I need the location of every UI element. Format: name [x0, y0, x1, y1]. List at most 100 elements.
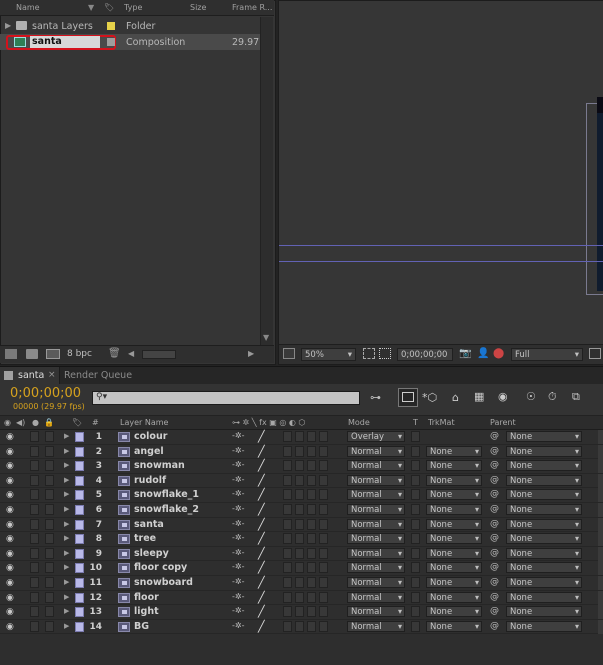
- switch-box[interactable]: [283, 445, 292, 457]
- parent-dropdown[interactable]: None: [506, 431, 582, 442]
- blend-mode-dropdown[interactable]: Normal: [347, 533, 405, 545]
- motion-blur-icon[interactable]: ◉: [498, 390, 508, 403]
- layer-name[interactable]: snowflake_2: [134, 504, 199, 515]
- label-color-swatch[interactable]: [75, 432, 84, 442]
- eye-icon[interactable]: ◉: [6, 593, 14, 603]
- parent-dropdown[interactable]: None: [506, 562, 582, 574]
- switch-box[interactable]: [295, 606, 304, 618]
- layer-row[interactable]: ◉ ▶ 4 rudolf -✲- ╱ Normal None @ None: [0, 473, 603, 489]
- switch-box[interactable]: [283, 533, 292, 545]
- parent-dropdown[interactable]: None: [506, 577, 582, 588]
- preserve-transparency-toggle[interactable]: [411, 518, 420, 530]
- switch-box[interactable]: [319, 533, 328, 545]
- switch-box[interactable]: [307, 489, 316, 501]
- preserve-transparency-toggle[interactable]: [411, 460, 420, 472]
- preserve-transparency-toggle[interactable]: [411, 606, 420, 618]
- blend-mode-dropdown[interactable]: Normal: [347, 504, 405, 515]
- switch-box[interactable]: [307, 474, 316, 486]
- label-swatch[interactable]: [107, 22, 115, 30]
- switch-box[interactable]: [283, 547, 292, 559]
- layer-name[interactable]: rudolf: [134, 475, 166, 486]
- quality-switch-icon[interactable]: ╱: [258, 430, 265, 443]
- switch-box[interactable]: [283, 606, 292, 618]
- label-header-icon[interactable]: 🏷: [72, 418, 82, 427]
- solo-toggle[interactable]: [30, 445, 39, 457]
- eye-icon[interactable]: ◉: [6, 534, 14, 544]
- shy-switch-icon[interactable]: -✲-: [232, 475, 244, 484]
- lock-toggle[interactable]: [45, 474, 54, 486]
- solo-toggle[interactable]: [30, 591, 39, 603]
- shy-switch-icon[interactable]: -✲-: [232, 606, 244, 615]
- preserve-transparency-toggle[interactable]: [411, 562, 420, 574]
- quality-switch-icon[interactable]: ╱: [258, 561, 265, 574]
- layer-search-input[interactable]: ⚲▾: [92, 391, 360, 405]
- parent-dropdown[interactable]: None: [506, 474, 582, 486]
- lock-toggle[interactable]: [45, 620, 54, 632]
- blend-mode-dropdown[interactable]: Normal: [347, 489, 405, 501]
- parent-dropdown[interactable]: None: [506, 591, 582, 603]
- layer-name[interactable]: snowman: [134, 460, 185, 471]
- solo-toggle[interactable]: [30, 606, 39, 618]
- switch-box[interactable]: [295, 547, 304, 559]
- label-color-swatch[interactable]: [75, 519, 84, 530]
- lock-toggle[interactable]: [45, 504, 54, 515]
- column-name[interactable]: Name: [16, 3, 40, 12]
- draft-3d-icon[interactable]: *⬡: [422, 391, 437, 404]
- trkmat-dropdown[interactable]: None: [426, 606, 482, 618]
- layer-row[interactable]: ◉ ▶ 8 tree -✲- ╱ Normal None @ None: [0, 532, 603, 547]
- expand-arrow-icon[interactable]: ▶: [64, 563, 69, 571]
- scroll-right-icon[interactable]: ▶: [248, 349, 254, 358]
- solo-toggle[interactable]: [30, 533, 39, 545]
- pick-whip-icon[interactable]: @: [490, 621, 499, 631]
- eye-icon[interactable]: ◉: [6, 520, 14, 530]
- switch-box[interactable]: [295, 591, 304, 603]
- blend-mode-dropdown[interactable]: Normal: [347, 445, 405, 457]
- switch-box[interactable]: [295, 562, 304, 574]
- pick-whip-icon[interactable]: @: [490, 548, 499, 558]
- parent-dropdown[interactable]: None: [506, 460, 582, 472]
- trkmat-dropdown[interactable]: None: [426, 489, 482, 501]
- switch-box[interactable]: [307, 562, 316, 574]
- switch-box[interactable]: [319, 577, 328, 588]
- layer-name[interactable]: angel: [134, 446, 164, 457]
- pick-whip-icon[interactable]: @: [490, 446, 499, 456]
- layer-name[interactable]: BG: [134, 621, 149, 632]
- interpret-footage-icon[interactable]: [5, 349, 17, 359]
- layer-row[interactable]: ◉ ▶ 9 sleepy -✲- ╱ Normal None @ None: [0, 546, 603, 562]
- layer-row[interactable]: ◉ ▶ 14 BG -✲- ╱ Normal None @ None: [0, 619, 603, 635]
- video-switch-icon[interactable]: ◉: [4, 418, 11, 427]
- expand-arrow-icon[interactable]: ▶: [64, 607, 69, 615]
- sort-icon[interactable]: ▼: [88, 3, 94, 12]
- switch-box[interactable]: [307, 606, 316, 618]
- region-of-interest-icon[interactable]: [379, 348, 391, 359]
- preserve-transparency-toggle[interactable]: [411, 620, 420, 632]
- shy-switch-icon[interactable]: -✲-: [232, 577, 244, 586]
- snapshot-icon[interactable]: 📷: [459, 348, 471, 359]
- trkmat-dropdown[interactable]: None: [426, 547, 482, 559]
- switch-box[interactable]: [319, 460, 328, 472]
- blend-mode-dropdown[interactable]: Normal: [347, 606, 405, 618]
- solo-toggle[interactable]: [30, 518, 39, 530]
- parent-dropdown[interactable]: None: [506, 606, 582, 618]
- parent-dropdown[interactable]: None: [506, 547, 582, 559]
- column-frame-rate[interactable]: Frame R...: [232, 3, 272, 12]
- resolution-dropdown[interactable]: Full ▾: [511, 348, 583, 361]
- eye-icon[interactable]: ◉: [6, 549, 14, 559]
- frame-blending-icon[interactable]: ▦: [474, 390, 484, 403]
- quality-switch-icon[interactable]: ╱: [258, 532, 265, 545]
- tab-santa[interactable]: santa ×: [0, 367, 60, 385]
- switch-box[interactable]: [307, 460, 316, 472]
- switch-box[interactable]: [283, 591, 292, 603]
- layer-name[interactable]: sleepy: [134, 548, 169, 559]
- lock-toggle[interactable]: [45, 606, 54, 618]
- switch-box[interactable]: [319, 474, 328, 486]
- expand-arrow-icon[interactable]: ▶: [64, 461, 69, 469]
- blend-mode-dropdown[interactable]: Normal: [347, 474, 405, 486]
- switch-box[interactable]: [319, 606, 328, 618]
- pick-whip-icon[interactable]: @: [490, 431, 499, 441]
- label-color-swatch[interactable]: [75, 534, 84, 545]
- blend-mode-dropdown[interactable]: Normal: [347, 591, 405, 603]
- shy-switch-icon[interactable]: -✲-: [232, 504, 244, 513]
- label-color-swatch[interactable]: [75, 475, 84, 486]
- blend-mode-dropdown[interactable]: Normal: [347, 577, 405, 588]
